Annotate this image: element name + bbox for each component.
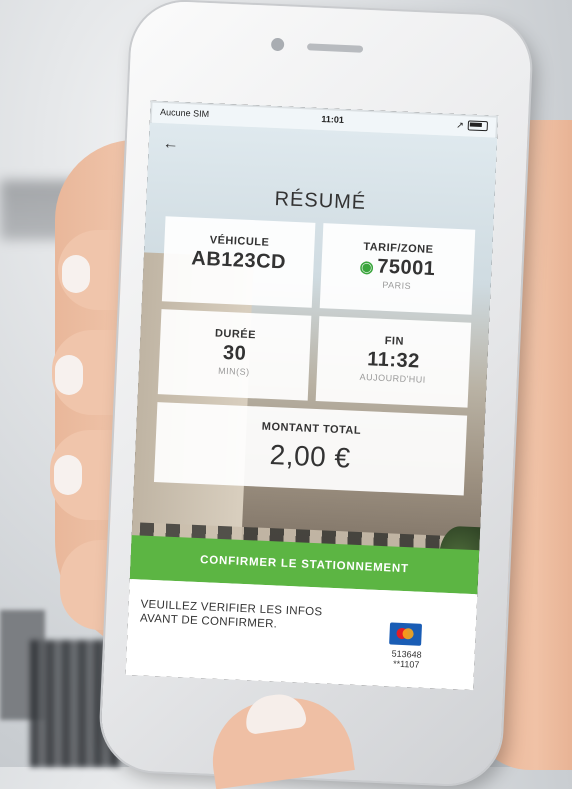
- fingernail: [54, 455, 82, 495]
- payment-card-icon[interactable]: [389, 622, 423, 646]
- phone-device: Aucune SIM 11:01 ↗ ← RÉSUMÉ VÉHICULE AB1…: [99, 0, 533, 787]
- zone-code: 75001: [376, 255, 436, 281]
- location-icon: ↗: [456, 119, 465, 130]
- fingernail: [62, 255, 90, 293]
- payment-card-number[interactable]: 513648 **1107: [378, 648, 435, 670]
- card-number-line2: **1107: [392, 658, 420, 670]
- zone-card[interactable]: TARIF/ZONE ◉ 75001 PARIS: [319, 223, 476, 315]
- back-button[interactable]: ←: [162, 135, 179, 154]
- arrow-left-icon: ←: [162, 135, 180, 153]
- location-pin-icon: ◉: [359, 258, 375, 277]
- end-time-card[interactable]: FIN 11:32 AUJOURD'HUI: [315, 316, 472, 408]
- vehicle-plate: AB123CD: [190, 247, 287, 274]
- battery-icon: [467, 120, 489, 132]
- phone-screen: Aucune SIM 11:01 ↗ ← RÉSUMÉ VÉHICULE AB1…: [125, 100, 499, 691]
- fingernail: [55, 355, 83, 395]
- clock: 11:01: [321, 113, 345, 125]
- carrier-label: Aucune SIM: [159, 106, 210, 120]
- footer-panel: VEUILLEZ VERIFIER LES INFOS AVANT DE CON…: [125, 579, 478, 691]
- status-icons: ↗: [456, 119, 489, 132]
- total-amount-card: MONTANT TOTAL 2,00 €: [153, 402, 468, 496]
- verify-message: VEUILLEZ VERIFIER LES INFOS AVANT DE CON…: [139, 598, 323, 631]
- total-amount: 2,00 €: [269, 439, 352, 474]
- duration-card[interactable]: DURÉE 30 MIN(S): [157, 309, 312, 401]
- vehicle-card[interactable]: VÉHICULE AB123CD: [161, 216, 316, 308]
- front-camera: [270, 37, 285, 52]
- earpiece-speaker: [306, 43, 364, 53]
